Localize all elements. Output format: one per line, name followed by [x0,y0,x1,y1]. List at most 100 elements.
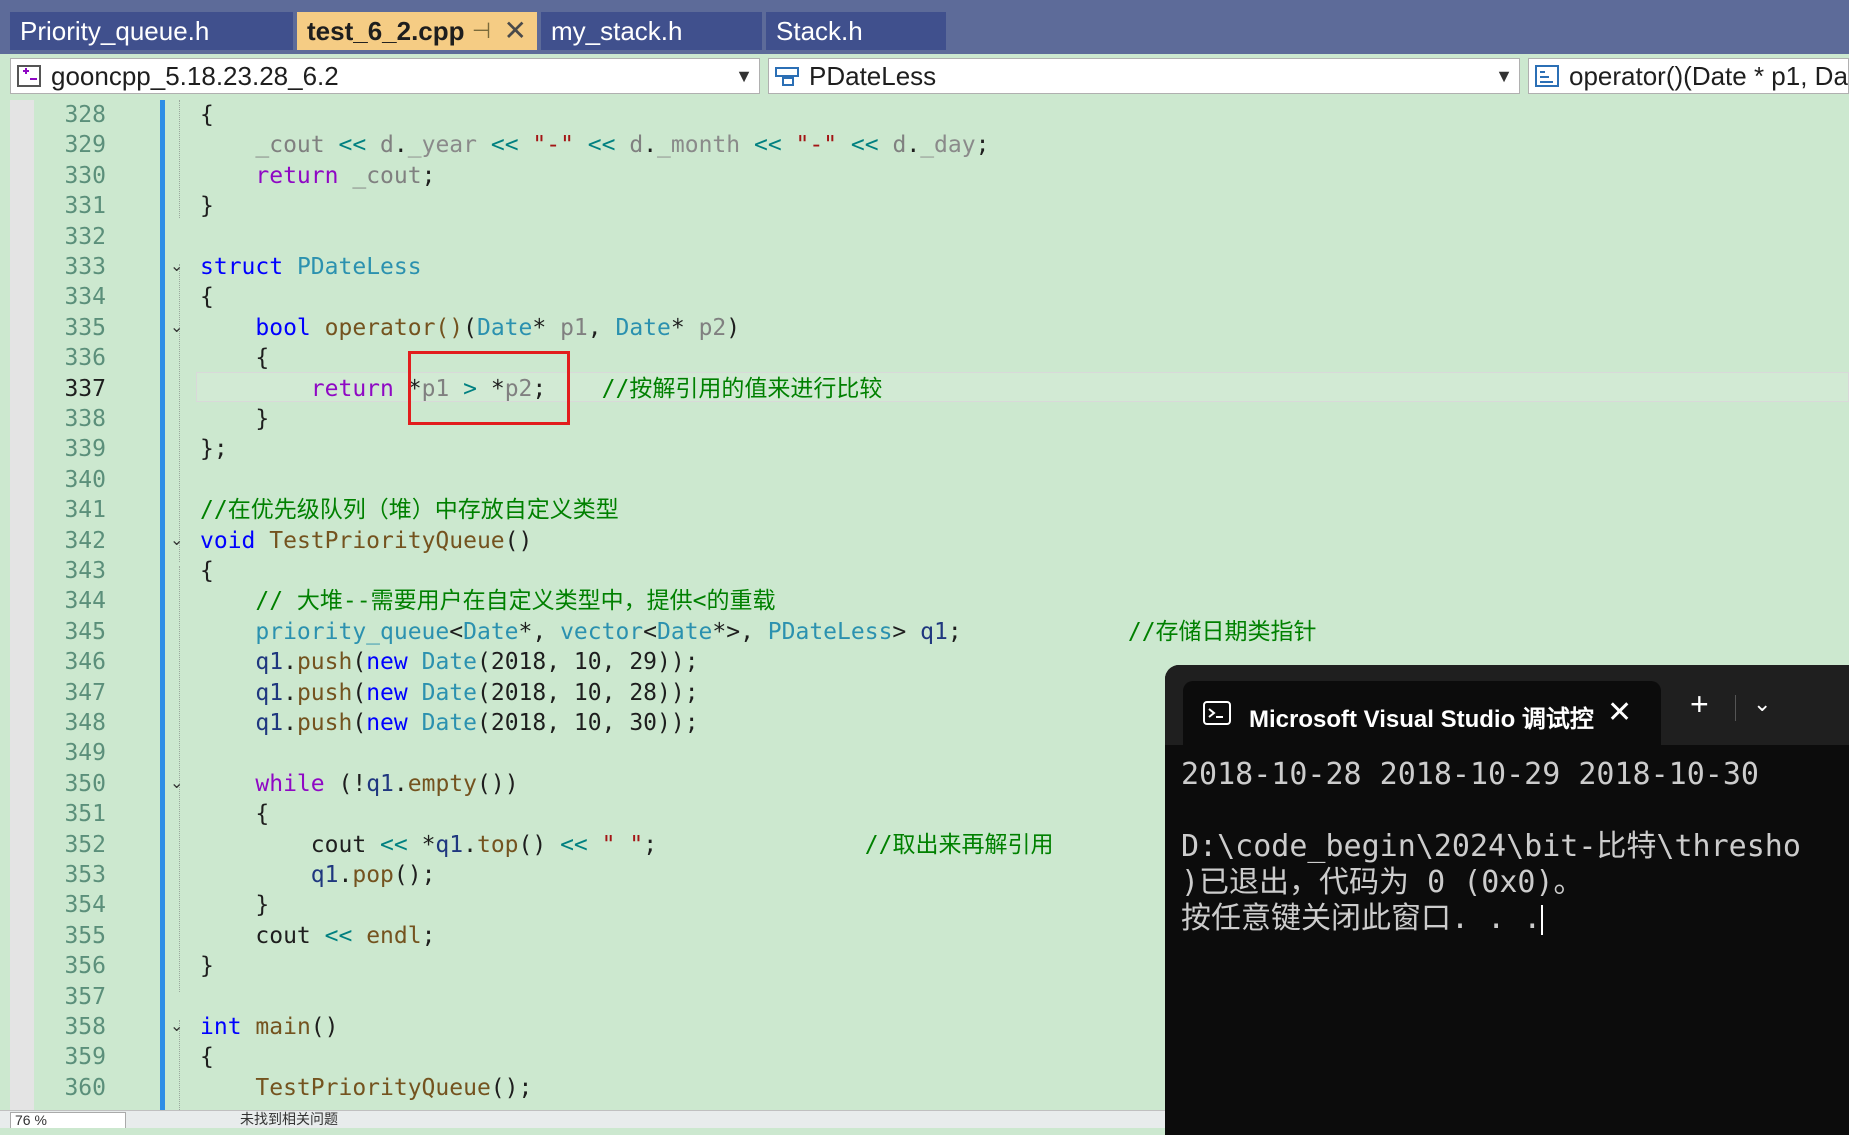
code-line: 341 //在优先级队列（堆）中存放自定义类型 [0,495,1849,525]
code-token: p2 [698,314,727,341]
console-titlebar: Microsoft Visual Studio 调试控 ✕ + ⌄ [1165,665,1849,745]
line-number: 329 [64,132,106,159]
code-text: _cout << d._year << "-" << d._month << "… [200,130,989,160]
code-token: pop [352,862,394,888]
code-token: << [573,132,630,159]
scope-dropdown[interactable]: PDateLess ▼ [768,58,1520,94]
console-tab[interactable]: Microsoft Visual Studio 调试控 ✕ [1183,681,1661,745]
code-text: // 大堆--需要用户在自定义类型中，提供<的重载 [200,586,775,616]
code-token: Date [421,679,477,706]
line-number: 360 [64,1074,106,1101]
code-line: 345 priority_queue<Date*, vector<Date*>,… [0,617,1849,647]
code-token: q1 [255,679,284,706]
code-token: "-" [795,132,838,159]
project-dropdown[interactable]: gooncpp_5.18.23.28_6.2 ▼ [10,58,760,94]
project-icon [17,65,41,87]
code-text: void TestPriorityQueue() [200,526,532,556]
code-token: int [200,1014,242,1040]
issues-status[interactable]: 未找到相关问题 [240,1111,338,1127]
code-token: Date [463,618,519,645]
tab-priority-queue-h[interactable]: Priority_queue.h [10,12,293,50]
code-text: while (!q1.empty()) [200,769,518,799]
code-token: { [200,1044,214,1071]
code-token: * [532,314,561,341]
line-number: 335 [64,314,106,341]
code-token: > [892,618,921,645]
code-token: top [476,831,519,858]
line-number: 358 [64,1014,106,1040]
code-token: (); [490,1074,533,1101]
line-number: 336 [64,345,106,372]
fold-toggle-icon[interactable]: ⌄ [170,1018,186,1034]
console-output-line: 按任意键关闭此窗口. . . [1181,901,1544,937]
code-token: d [629,132,644,159]
code-text: q1.push(new Date(2018, 10, 30)); [200,708,699,738]
code-token: } [200,892,270,919]
code-line: 330 return _cout; [0,161,1849,191]
code-token: main [255,1014,311,1040]
console-output-text: 按任意键关闭此窗口. . . [1181,901,1542,936]
code-line: 333 ⌄ struct PDateLess [0,252,1849,282]
code-text: { [200,799,269,829]
code-token: push [296,649,353,676]
new-tab-icon[interactable]: + [1690,687,1709,721]
tab-test-6-2-cpp[interactable]: test_6_2.cpp ⊣ ✕ [297,12,537,50]
close-icon[interactable]: ✕ [1607,695,1632,730]
fold-toggle-icon[interactable]: ⌄ [170,318,186,335]
line-number: 357 [64,983,106,1010]
code-token: ; [947,618,962,645]
line-number: 334 [64,284,106,311]
line-number: 332 [64,223,106,250]
code-token: new [366,679,408,706]
code-token: { [200,102,214,128]
code-line: 338 } [0,404,1849,434]
code-token: PDateLess [767,618,893,645]
code-token: "-" [532,132,574,159]
member-dropdown[interactable]: operator()(Date * p1, Dat [1528,58,1849,94]
line-number: 333 [64,254,106,280]
tab-stack-h[interactable]: Stack.h [766,12,946,50]
line-number: 346 [64,649,106,676]
code-token: //存储日期类指针 [1127,618,1317,645]
zoom-level[interactable]: 76 % [10,1112,126,1128]
code-token: () [310,1014,339,1040]
line-number: 351 [64,801,106,828]
code-token: vector [560,618,644,645]
code-token: return [255,162,339,189]
line-number: 340 [64,466,106,493]
fold-toggle-icon[interactable]: ⌄ [170,531,186,548]
code-token: cout [200,922,325,949]
code-text: { [200,100,214,130]
pin-icon[interactable]: ⊣ [472,12,491,50]
tab-my-stack-h[interactable]: my_stack.h [541,12,762,50]
code-token: (2018, 10, 30)); [477,710,699,736]
fold-toggle-icon[interactable]: ⌄ [170,258,186,274]
code-line: 332 [0,222,1849,252]
chevron-down-icon[interactable]: ⌄ [1753,691,1771,717]
line-number: 330 [64,162,106,189]
close-tab-icon[interactable]: ✕ [504,12,527,50]
fold-toggle-icon[interactable]: ⌄ [170,774,186,791]
code-text: cout << *q1.top() << " "; //取出来再解引用 [200,830,1054,860]
line-number: 337 [64,375,106,402]
code-token: *>, [712,618,768,645]
code-token: << [380,831,408,858]
code-token: . [906,132,921,159]
code-token: ( [463,314,477,341]
code-token: Date [421,710,477,736]
debug-console-window[interactable]: Microsoft Visual Studio 调试控 ✕ + ⌄ 2018-1… [1165,665,1849,1135]
code-token: . [463,831,477,858]
code-token: q1 [255,649,284,676]
code-line: 336 { [0,343,1849,373]
code-token: while [255,770,325,797]
code-token: priority_queue [255,618,450,645]
line-number: 331 [64,193,106,220]
code-token: < [643,618,658,645]
